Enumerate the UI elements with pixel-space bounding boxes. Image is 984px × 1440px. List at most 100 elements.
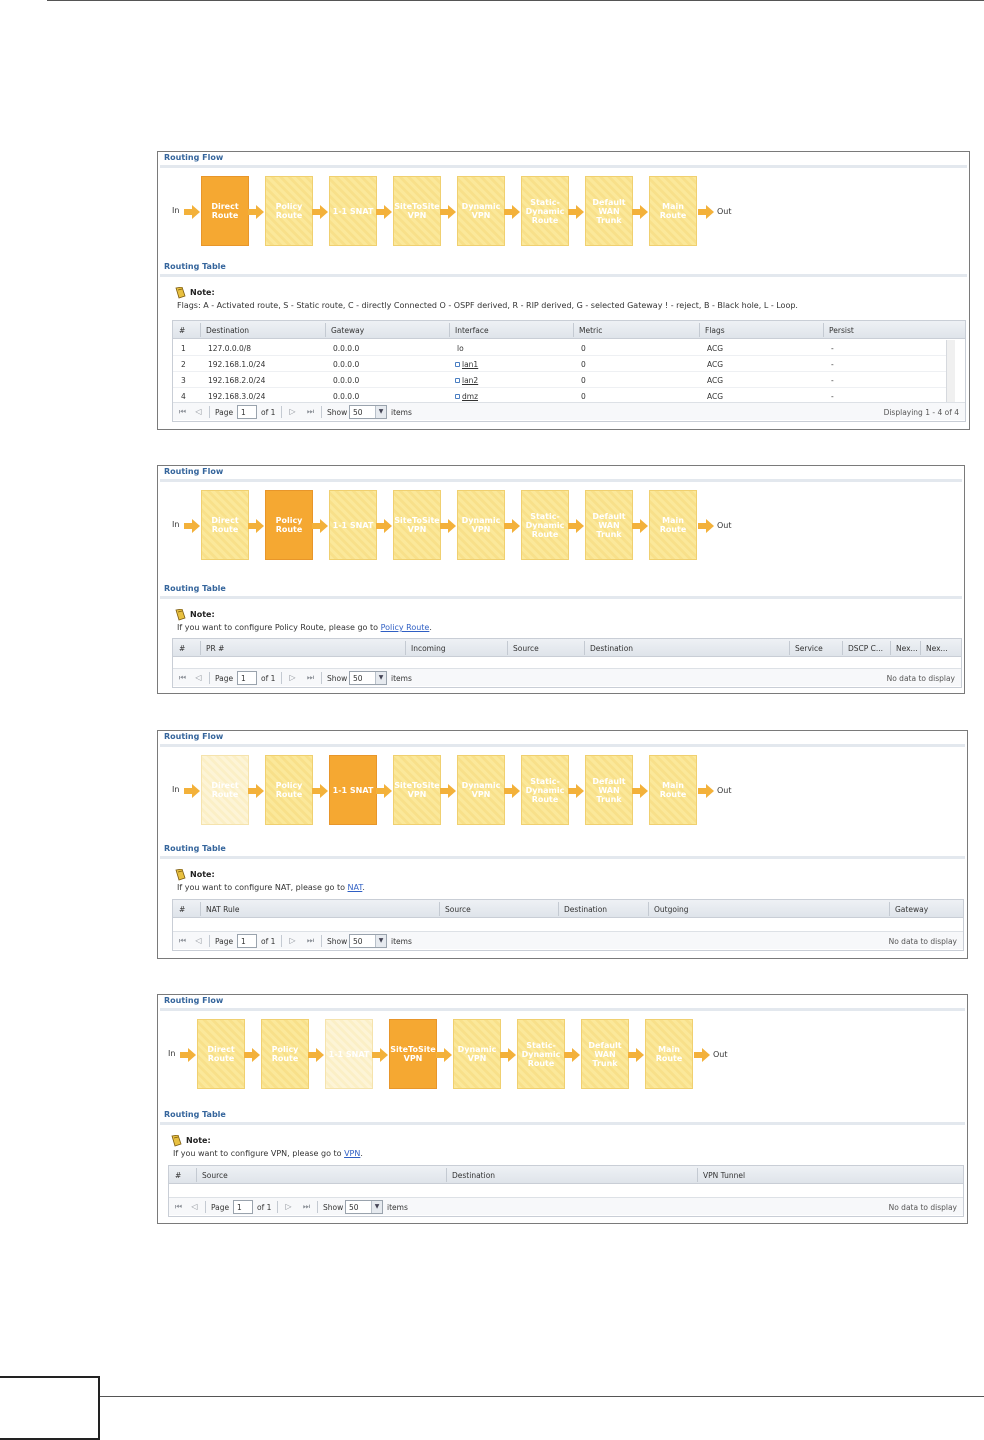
flow-step-0[interactable]: Direct Route [201,490,249,560]
chevron-down-icon[interactable]: ▼ [375,672,386,684]
table-row[interactable]: 3 192.168.2.0/24 0.0.0.0 lan2 0 ACG - [173,372,947,388]
page-input[interactable]: 1 [237,405,257,419]
column-header[interactable]: VPN Tunnel [703,1171,745,1180]
column-header[interactable]: Persist [829,326,854,335]
column-header[interactable]: Source [445,905,471,914]
flow-step-2[interactable]: 1-1 SNAT [325,1019,373,1089]
column-header[interactable]: PR # [206,644,224,653]
flow-step-4[interactable]: Dynamic VPN [457,490,505,560]
flow-step-7[interactable]: Main Route [649,176,697,246]
column-header[interactable]: Destination [564,905,607,914]
page-size-select[interactable]: 50 ▼ [349,934,387,948]
table-row[interactable]: 2 192.168.1.0/24 0.0.0.0 lan1 0 ACG - [173,356,947,372]
interface-link[interactable]: lan1 [455,360,478,369]
next-page-icon[interactable]: ▷ [283,1201,294,1212]
last-page-icon[interactable]: ⏭ [305,935,316,946]
column-header[interactable]: Destination [206,326,249,335]
flow-step-3[interactable]: SiteToSite VPN [393,490,441,560]
flow-step-7[interactable]: Main Route [649,490,697,560]
flow-step-line: Dynamic [525,520,565,530]
flow-step-4[interactable]: Dynamic VPN [453,1019,501,1089]
flow-step-5[interactable]: Static- Dynamic Route [521,490,569,560]
first-page-icon[interactable]: ⏮ [173,1201,184,1212]
table-scrollbar[interactable] [946,340,955,402]
column-header[interactable]: Gateway [331,326,364,335]
column-header[interactable]: # [175,1171,181,1180]
last-page-icon[interactable]: ⏭ [305,672,316,683]
flow-step-2[interactable]: 1-1 SNAT [329,755,377,825]
page-input[interactable]: 1 [237,934,257,948]
chevron-down-icon[interactable]: ▼ [371,1201,382,1213]
routing-flow-title: Routing Flow [164,153,224,162]
first-page-icon[interactable]: ⏮ [177,672,188,683]
flow-step-0[interactable]: Direct Route [201,755,249,825]
next-page-icon[interactable]: ▷ [287,935,298,946]
flow-step-3[interactable]: SiteToSite VPN [393,755,441,825]
column-header[interactable]: Nex... [926,644,948,653]
flow-step-2[interactable]: 1-1 SNAT [329,490,377,560]
next-page-icon[interactable]: ▷ [287,672,298,683]
column-header[interactable]: Gateway [895,905,928,914]
flow-step-4[interactable]: Dynamic VPN [457,755,505,825]
interface-link[interactable]: lan2 [455,376,478,385]
prev-page-icon[interactable]: ◁ [193,935,204,946]
last-page-icon[interactable]: ⏭ [305,406,316,417]
table-row[interactable]: 1 127.0.0.0/8 0.0.0.0 lo 0 ACG - [173,340,947,356]
first-page-icon[interactable]: ⏮ [177,935,188,946]
page-input[interactable]: 1 [237,671,257,685]
page-size-select[interactable]: 50 ▼ [349,671,387,685]
routing-flow-title: Routing Flow [164,732,224,741]
column-header[interactable]: # [179,326,185,335]
column-header[interactable]: NAT Rule [206,905,239,914]
page-input[interactable]: 1 [233,1200,253,1214]
note-link[interactable]: VPN [344,1149,360,1158]
chevron-down-icon[interactable]: ▼ [375,406,386,418]
flow-step-7[interactable]: Main Route [645,1019,693,1089]
column-header[interactable]: # [179,905,185,914]
column-header[interactable]: Destination [590,644,633,653]
flow-step-4[interactable]: Dynamic VPN [457,176,505,246]
note-link[interactable]: Policy Route [381,623,430,632]
last-page-icon[interactable]: ⏭ [301,1201,312,1212]
column-header[interactable]: Source [202,1171,228,1180]
flow-step-0[interactable]: Direct Route [201,176,249,246]
prev-page-icon[interactable]: ◁ [193,672,204,683]
flow-step-6[interactable]: Default WAN Trunk [585,176,633,246]
flow-step-1[interactable]: Policy Route [265,490,313,560]
column-header[interactable]: Destination [452,1171,495,1180]
flow-step-5[interactable]: Static- Dynamic Route [521,176,569,246]
flow-step-3[interactable]: SiteToSite VPN [393,176,441,246]
first-page-icon[interactable]: ⏮ [177,406,188,417]
flow-step-6[interactable]: Default WAN Trunk [581,1019,629,1089]
flow-step-0[interactable]: Direct Route [197,1019,245,1089]
column-header[interactable]: Metric [579,326,602,335]
page-size-select[interactable]: 50 ▼ [345,1200,383,1214]
flow-step-1[interactable]: Policy Route [265,755,313,825]
chevron-down-icon[interactable]: ▼ [375,935,386,947]
prev-page-icon[interactable]: ◁ [189,1201,200,1212]
prev-page-icon[interactable]: ◁ [193,406,204,417]
flow-step-6[interactable]: Default WAN Trunk [585,490,633,560]
flow-step-6[interactable]: Default WAN Trunk [585,755,633,825]
flow-step-1[interactable]: Policy Route [261,1019,309,1089]
column-header[interactable]: Outgoing [654,905,689,914]
column-header[interactable]: Incoming [411,644,446,653]
column-header[interactable]: DSCP C... [848,644,883,653]
column-header[interactable]: Service [795,644,823,653]
flow-step-1[interactable]: Policy Route [265,176,313,246]
column-header[interactable]: Flags [705,326,725,335]
next-page-icon[interactable]: ▷ [287,406,298,417]
column-divider [449,323,450,337]
flow-step-5[interactable]: Static- Dynamic Route [521,755,569,825]
note-link[interactable]: NAT [348,883,363,892]
column-header[interactable]: Interface [455,326,489,335]
flow-step-2[interactable]: 1-1 SNAT [329,176,377,246]
flow-step-7[interactable]: Main Route [649,755,697,825]
column-header[interactable]: # [179,644,185,653]
interface-link[interactable]: dmz [455,392,478,401]
column-header[interactable]: Nex... [896,644,918,653]
column-header[interactable]: Source [513,644,539,653]
page-size-select[interactable]: 50 ▼ [349,405,387,419]
flow-step-5[interactable]: Static- Dynamic Route [517,1019,565,1089]
flow-step-3[interactable]: SiteToSite VPN [389,1019,437,1089]
